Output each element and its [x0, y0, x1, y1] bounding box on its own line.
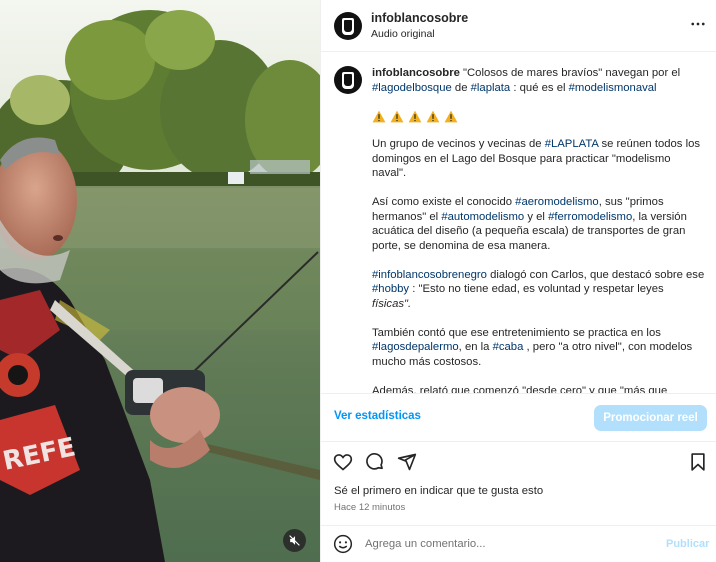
caption-text: infoblancosobre "Colosos de mares bravío…: [372, 66, 707, 393]
caption-text-fragment: de: [454, 81, 468, 94]
comment-bar: Publicar: [321, 525, 716, 562]
caption-username[interactable]: infoblancosobre: [372, 67, 460, 79]
warning-emoji-row: [372, 110, 707, 123]
hashtag-link[interactable]: #LAPLATA: [545, 138, 599, 150]
post-details-panel: infoblancosobre Audio original infoblanc…: [320, 0, 716, 562]
caption-section: infoblancosobre "Colosos de mares bravío…: [321, 53, 716, 393]
post-username[interactable]: infoblancosobre: [371, 11, 468, 25]
caption-text-fragment: : qué es el: [513, 81, 566, 94]
promote-reel-button[interactable]: Promocionar reel: [594, 405, 707, 431]
caption-avatar[interactable]: [334, 66, 362, 94]
caption-paragraph-3: Así como existe el conocido #aeromodelis…: [372, 195, 707, 253]
caption-text-fragment: y el: [527, 210, 545, 223]
warning-sign-icon: [372, 110, 386, 122]
caption-paragraph-4: #infoblancosobrenegro dialogó con Carlos…: [372, 268, 707, 312]
more-options-icon[interactable]: [689, 15, 707, 33]
caption-paragraph-6: Además, relató que comenzó "desde cero" …: [372, 384, 707, 394]
comment-input[interactable]: [365, 533, 645, 555]
mute-button[interactable]: [283, 529, 306, 552]
caption-paragraph-2: Un grupo de vecinos y vecinas de #LAPLAT…: [372, 137, 707, 181]
likes-text[interactable]: Sé el primero en indicar que te gusta es…: [334, 485, 543, 497]
post-header: infoblancosobre Audio original: [321, 0, 716, 52]
comment-icon[interactable]: [365, 452, 385, 472]
hashtag-link[interactable]: #automodelismo: [441, 211, 524, 223]
hashtag-link[interactable]: #ferromodelismo: [548, 211, 632, 223]
caption-text-fragment: : "Esto no tiene edad, es voluntad y res…: [412, 283, 664, 295]
hashtag-link[interactable]: #modelismonaval: [569, 82, 657, 94]
reel-video[interactable]: REFE: [0, 0, 320, 562]
hashtag-link[interactable]: #aeromodelismo: [515, 196, 599, 208]
caption-intro: "Colosos de mares bravíos" navegan por e…: [463, 67, 681, 79]
caption-paragraph-1: infoblancosobre "Colosos de mares bravío…: [372, 66, 707, 95]
caption-text-fragment: físicas".: [372, 297, 412, 310]
caption-text-fragment: Así como existe el conocido: [372, 196, 513, 208]
heart-icon[interactable]: [333, 452, 353, 472]
insights-row: Ver estadísticas Promocionar reel: [321, 393, 716, 441]
speaker-muted-icon: [289, 535, 300, 546]
caption-paragraph-5: También contó que ese entretenimiento se…: [372, 326, 707, 370]
post-timestamp[interactable]: Hace 12 minutos: [334, 502, 405, 513]
audio-label[interactable]: Audio original: [371, 28, 435, 40]
hashtag-link[interactable]: #infoblancosobrenegro: [372, 269, 487, 281]
hashtag-link[interactable]: #lagodelbosque: [372, 82, 452, 94]
action-bar: Sé el primero en indicar que te gusta es…: [321, 441, 716, 523]
share-icon[interactable]: [397, 452, 417, 472]
hashtag-link[interactable]: #laplata: [471, 82, 511, 94]
caption-text-fragment: Un grupo de vecinos y vecinas de: [372, 138, 542, 150]
warning-sign-icon: [444, 110, 458, 122]
caption-text-fragment: dialogó con Carlos, que destacó sobre es…: [490, 268, 705, 281]
hashtag-link[interactable]: #caba: [493, 341, 524, 353]
caption-text-fragment: Además, relató que comenzó "desde cero" …: [372, 384, 668, 394]
caption-text-fragment: , en la: [458, 341, 490, 353]
avatar[interactable]: [334, 12, 362, 40]
emoji-icon[interactable]: [333, 534, 353, 554]
warning-sign-icon: [390, 110, 404, 122]
video-frame-image: REFE: [0, 0, 320, 562]
publish-comment-button[interactable]: Publicar: [666, 538, 709, 550]
warning-sign-icon: [426, 110, 440, 122]
view-insights-link[interactable]: Ver estadísticas: [334, 410, 421, 422]
hashtag-link[interactable]: #lagosdepalermo: [372, 341, 459, 353]
caption-text-fragment: También contó que ese entretenimiento se…: [372, 326, 661, 339]
warning-sign-icon: [408, 110, 422, 122]
hashtag-link[interactable]: #hobby: [372, 283, 409, 295]
bookmark-icon[interactable]: [688, 452, 708, 472]
